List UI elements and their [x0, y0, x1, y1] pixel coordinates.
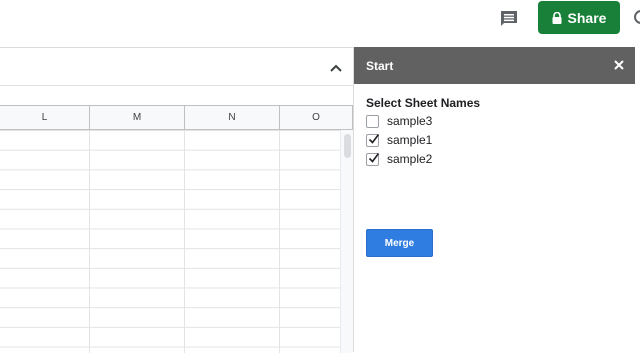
- formula-bar[interactable]: [0, 48, 353, 86]
- comment-icon: [501, 11, 517, 26]
- comment-history-button[interactable]: [497, 7, 521, 31]
- close-sidebar-button[interactable]: [612, 58, 626, 72]
- top-toolbar: Share: [0, 0, 640, 48]
- share-button[interactable]: Share: [538, 1, 620, 34]
- sidebar-content: Select Sheet Names sample3 sample1 sampl…: [366, 95, 626, 257]
- column-header-l[interactable]: L: [0, 106, 90, 130]
- frozen-row-strip: [0, 86, 353, 106]
- scrollbar-thumb[interactable]: [344, 134, 351, 158]
- checkmark-icon: [368, 133, 380, 144]
- sheet-option-label: sample3: [387, 114, 433, 128]
- column-header-n[interactable]: N: [185, 106, 280, 130]
- vertical-scrollbar[interactable]: [340, 130, 353, 353]
- merge-button[interactable]: Merge: [366, 229, 433, 257]
- sheet-option-sample2[interactable]: sample2: [366, 150, 626, 168]
- account-avatar[interactable]: [634, 10, 640, 24]
- column-header-o[interactable]: O: [280, 106, 353, 130]
- checkbox-sample1[interactable]: [366, 133, 380, 147]
- section-title: Select Sheet Names: [366, 96, 481, 110]
- chevron-up-icon: [330, 64, 342, 72]
- sheet-option-sample1[interactable]: sample1: [366, 131, 626, 149]
- column-header-m[interactable]: M: [90, 106, 185, 130]
- checkbox-sample3[interactable]: [366, 114, 379, 128]
- sidebar-header: Start: [354, 47, 635, 84]
- sidebar-title: Start: [366, 58, 394, 73]
- checkbox-sample2[interactable]: [366, 152, 380, 166]
- share-label: Share: [567, 9, 607, 26]
- sheet-option-sample3[interactable]: sample3: [366, 112, 626, 130]
- lock-icon: [552, 11, 562, 24]
- collapse-toolbar-button[interactable]: [328, 60, 344, 76]
- spreadsheet-grid: L M N O: [0, 47, 353, 353]
- addon-sidebar: Start Select Sheet Names sample3 sample1: [353, 47, 640, 352]
- close-icon: [614, 60, 624, 70]
- checkmark-icon: [368, 152, 380, 163]
- sheet-option-label: sample2: [387, 152, 433, 166]
- cell-grid[interactable]: [0, 130, 340, 353]
- sheet-option-label: sample1: [387, 133, 433, 147]
